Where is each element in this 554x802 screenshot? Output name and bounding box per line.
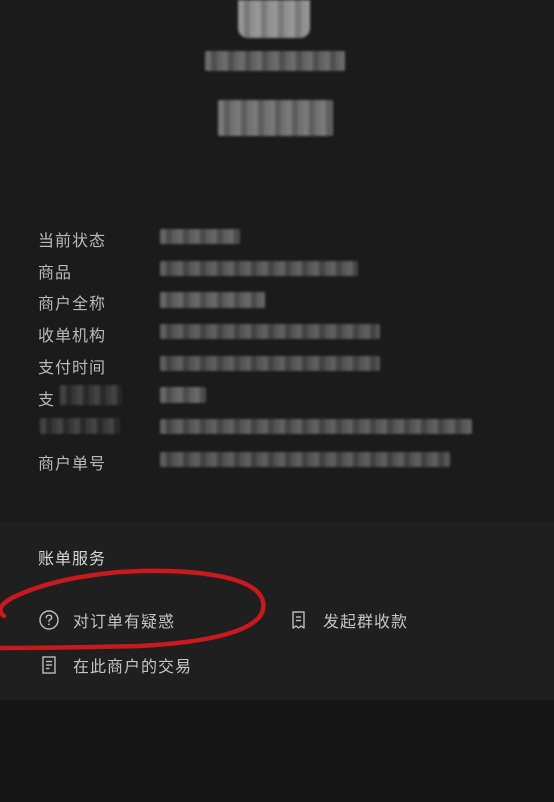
row-label-status: 当前状态 xyxy=(38,231,107,250)
row-label-product: 商品 xyxy=(38,263,73,282)
dispute-order-label: 对订单有疑惑 xyxy=(73,612,176,631)
bill-services-section: 账单服务 对订单有疑惑 发起群收款 在此商户的交易 xyxy=(0,522,554,700)
row-value-redacted xyxy=(160,419,472,434)
amount-redacted xyxy=(218,100,333,136)
row-label-pay-method: 支 xyxy=(38,390,56,409)
row-label-merchant-order-no: 商户单号 xyxy=(38,454,107,473)
question-circle-icon xyxy=(38,609,60,631)
row-label-merchant-name: 商户全称 xyxy=(38,294,107,313)
group-collect-label: 发起群收款 xyxy=(323,612,409,631)
row-value-redacted xyxy=(160,452,450,467)
row-value-redacted xyxy=(160,261,358,276)
row-label-redacted xyxy=(60,385,122,405)
row-value-redacted xyxy=(160,229,240,244)
row-value-redacted xyxy=(160,324,380,339)
group-collect-button[interactable]: 发起群收款 xyxy=(288,608,408,632)
document-list-icon xyxy=(38,654,60,676)
merchant-transactions-label: 在此商户的交易 xyxy=(73,657,193,676)
merchant-name-redacted xyxy=(205,51,345,71)
dispute-order-button[interactable]: 对订单有疑惑 xyxy=(38,608,175,632)
merchant-transactions-button[interactable]: 在此商户的交易 xyxy=(38,653,192,677)
row-label-acquirer: 收单机构 xyxy=(38,326,107,345)
page-bottom-blank xyxy=(0,700,554,802)
row-value-redacted xyxy=(160,356,380,371)
row-label-redacted xyxy=(40,418,120,434)
bill-detail-card: 当前状态 商品 商户全称 收单机构 支付时间 支 商户单号 xyxy=(0,0,554,522)
row-value-redacted xyxy=(160,292,265,308)
section-title: 账单服务 xyxy=(38,549,107,568)
row-label-pay-time: 支付时间 xyxy=(38,358,107,377)
receipt-icon xyxy=(288,609,310,631)
merchant-avatar-redacted xyxy=(238,0,310,38)
row-value-redacted xyxy=(160,387,206,403)
